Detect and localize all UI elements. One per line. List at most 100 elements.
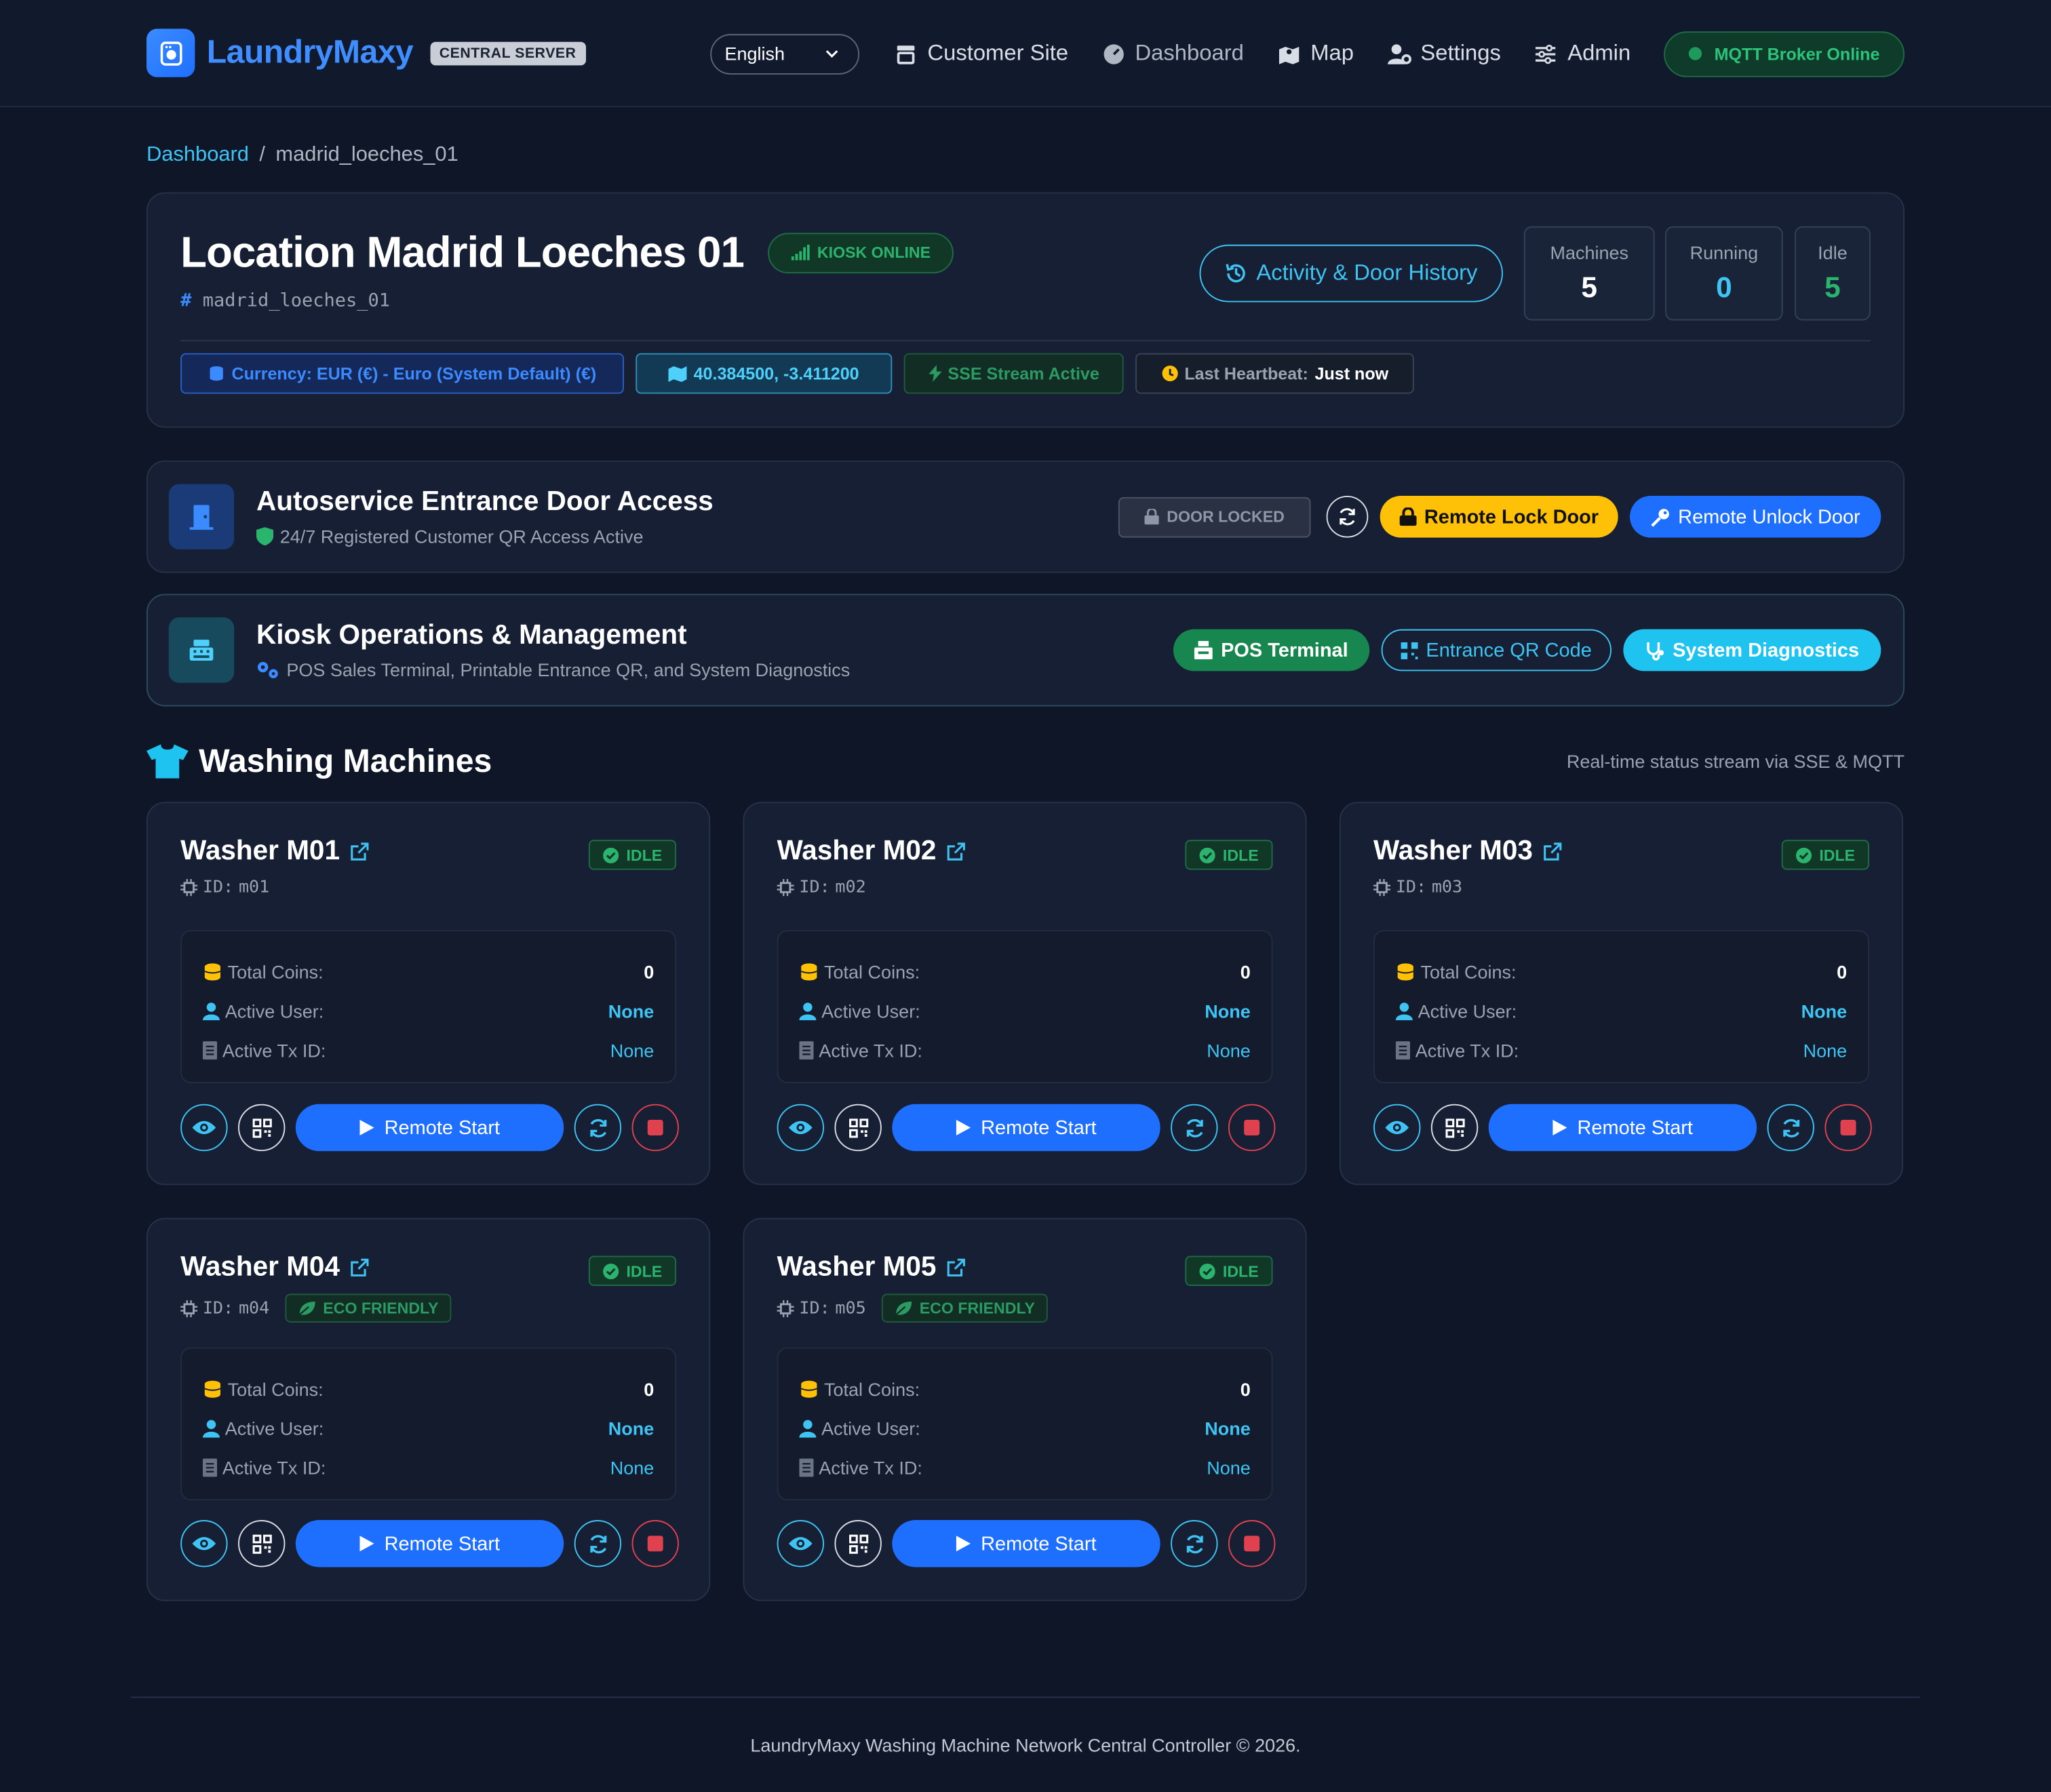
- user-gear-icon: [1388, 43, 1411, 64]
- refresh-door-button[interactable]: [1326, 495, 1369, 538]
- refresh-machine-button[interactable]: [1171, 1104, 1218, 1152]
- machine-card: Washer M04 IDLE ID: m04 ECO FRIENDLY Tot…: [146, 1218, 711, 1601]
- eye-icon: [192, 1121, 216, 1135]
- machine-card: Washer M02 IDLE ID: m02 Total Coins: 0 A…: [743, 802, 1307, 1186]
- refresh-machine-button[interactable]: [1171, 1520, 1218, 1567]
- entrance-qr-code-button[interactable]: Entrance QR Code: [1381, 629, 1612, 671]
- chip-icon: [180, 1300, 198, 1317]
- mqtt-status-badge: MQTT Broker Online: [1663, 31, 1905, 77]
- external-link-icon[interactable]: [350, 842, 369, 861]
- nav-dashboard[interactable]: Dashboard: [1101, 41, 1244, 67]
- refresh-machine-button[interactable]: [574, 1104, 622, 1152]
- remote-start-button[interactable]: Remote Start: [295, 1104, 564, 1152]
- brand-name: LaundryMaxy: [206, 34, 414, 71]
- heartbeat-value: Just now: [1314, 364, 1389, 384]
- eye-icon: [788, 1537, 813, 1551]
- coins-label: Total Coins:: [227, 1378, 324, 1400]
- machine-qr-button[interactable]: [834, 1104, 882, 1152]
- activity-door-history-button[interactable]: Activity & Door History: [1199, 244, 1503, 303]
- currency-badge: Currency: EUR (€) - Euro (System Default…: [180, 353, 624, 394]
- remote-start-button[interactable]: Remote Start: [1488, 1104, 1757, 1152]
- pos-button-label: POS Terminal: [1221, 639, 1348, 661]
- play-icon: [359, 1536, 374, 1552]
- nav-map[interactable]: Map: [1276, 41, 1354, 67]
- machine-name: Washer M01: [180, 836, 340, 866]
- breadcrumb-separator: /: [259, 144, 265, 166]
- eco-friendly-badge: ECO FRIENDLY: [881, 1293, 1049, 1323]
- machine-qr-button[interactable]: [1430, 1104, 1479, 1152]
- refresh-icon: [589, 1118, 606, 1137]
- machine-id: ID: m04: [180, 1298, 269, 1318]
- machine-grid: Washer M01 IDLE ID: m01 Total Coins: 0 A…: [146, 802, 1904, 1601]
- status-dot-icon: [1688, 47, 1702, 60]
- pos-terminal-button[interactable]: POS Terminal: [1173, 629, 1370, 671]
- sse-label: SSE Stream Active: [948, 364, 1099, 384]
- stop-machine-button[interactable]: [631, 1104, 679, 1152]
- stop-machine-button[interactable]: [1824, 1104, 1872, 1152]
- key-icon: [1651, 508, 1669, 526]
- external-link-icon[interactable]: [1543, 842, 1561, 861]
- status-label: IDLE: [626, 845, 663, 864]
- nav-settings[interactable]: Settings: [1386, 41, 1501, 67]
- qr-button-label: Entrance QR Code: [1426, 639, 1592, 661]
- stop-machine-button[interactable]: [631, 1520, 679, 1567]
- breadcrumb-dashboard[interactable]: Dashboard: [146, 144, 249, 168]
- brand[interactable]: LaundryMaxy CENTRAL SERVER: [146, 28, 586, 77]
- view-machine-button[interactable]: [1373, 1104, 1421, 1152]
- external-link-icon[interactable]: [947, 1258, 965, 1277]
- remote-start-button[interactable]: Remote Start: [892, 1520, 1160, 1567]
- remote-start-button[interactable]: Remote Start: [892, 1104, 1160, 1152]
- currency-label: Currency: EUR (€) - Euro (System Default…: [231, 364, 597, 384]
- machine-id: ID: m05: [777, 1298, 866, 1318]
- remote-start-button[interactable]: Remote Start: [295, 1520, 564, 1567]
- view-machine-button[interactable]: [777, 1520, 825, 1567]
- chevron-down-icon: [825, 50, 838, 58]
- remote-unlock-door-button[interactable]: Remote Unlock Door: [1630, 495, 1881, 538]
- machine-qr-button[interactable]: [238, 1104, 286, 1152]
- activity-button-label: Activity & Door History: [1256, 260, 1478, 286]
- refresh-icon: [1782, 1118, 1799, 1137]
- section-note: Real-time status stream via SSE & MQTT: [1566, 751, 1905, 772]
- machine-qr-button[interactable]: [238, 1520, 286, 1567]
- start-label: Remote Start: [1577, 1116, 1693, 1139]
- status-badge: IDLE: [1781, 840, 1869, 870]
- refresh-machine-button[interactable]: [574, 1520, 622, 1567]
- nav-admin[interactable]: Admin: [1534, 41, 1630, 67]
- user-icon: [799, 1420, 817, 1438]
- machine-name: Washer M05: [777, 1251, 937, 1283]
- kiosk-operations-card: Kiosk Operations & Management POS Sales …: [146, 593, 1905, 707]
- qr-code-icon: [252, 1534, 271, 1553]
- stat-value: 5: [1824, 271, 1841, 304]
- view-machine-button[interactable]: [180, 1104, 228, 1152]
- system-diagnostics-button[interactable]: System Diagnostics: [1623, 629, 1881, 671]
- diag-button-label: System Diagnostics: [1673, 639, 1860, 661]
- status-badge: IDLE: [588, 1255, 677, 1286]
- shield-icon: [256, 527, 274, 546]
- view-machine-button[interactable]: [777, 1104, 825, 1152]
- stop-machine-button[interactable]: [1228, 1104, 1276, 1152]
- play-icon: [359, 1119, 374, 1136]
- user-value: None: [1801, 1000, 1848, 1022]
- map-icon: [668, 366, 687, 383]
- external-link-icon[interactable]: [947, 842, 965, 861]
- machine-info-box: Total Coins: 0 Active User: None Active …: [180, 930, 677, 1083]
- coins-icon: [204, 1380, 221, 1398]
- stat-value: 5: [1581, 271, 1598, 304]
- view-machine-button[interactable]: [180, 1520, 228, 1567]
- stat-value: 0: [1716, 271, 1732, 304]
- remote-lock-door-button[interactable]: Remote Lock Door: [1380, 495, 1618, 538]
- nav-customer-site[interactable]: Customer Site: [893, 41, 1068, 67]
- refresh-icon: [589, 1534, 606, 1553]
- coins-icon: [1397, 963, 1414, 981]
- hash-icon: #: [180, 290, 192, 312]
- stat-machines: Machines 5: [1523, 226, 1655, 321]
- id-value: m03: [1431, 878, 1463, 898]
- machine-qr-button[interactable]: [834, 1520, 882, 1567]
- external-link-icon[interactable]: [350, 1258, 369, 1277]
- status-badge: IDLE: [1185, 840, 1273, 870]
- machine-info-box: Total Coins: 0 Active User: None Active …: [777, 1347, 1273, 1501]
- stop-machine-button[interactable]: [1228, 1520, 1276, 1567]
- language-select[interactable]: English: [710, 33, 860, 74]
- refresh-machine-button[interactable]: [1767, 1104, 1814, 1152]
- start-label: Remote Start: [384, 1532, 501, 1555]
